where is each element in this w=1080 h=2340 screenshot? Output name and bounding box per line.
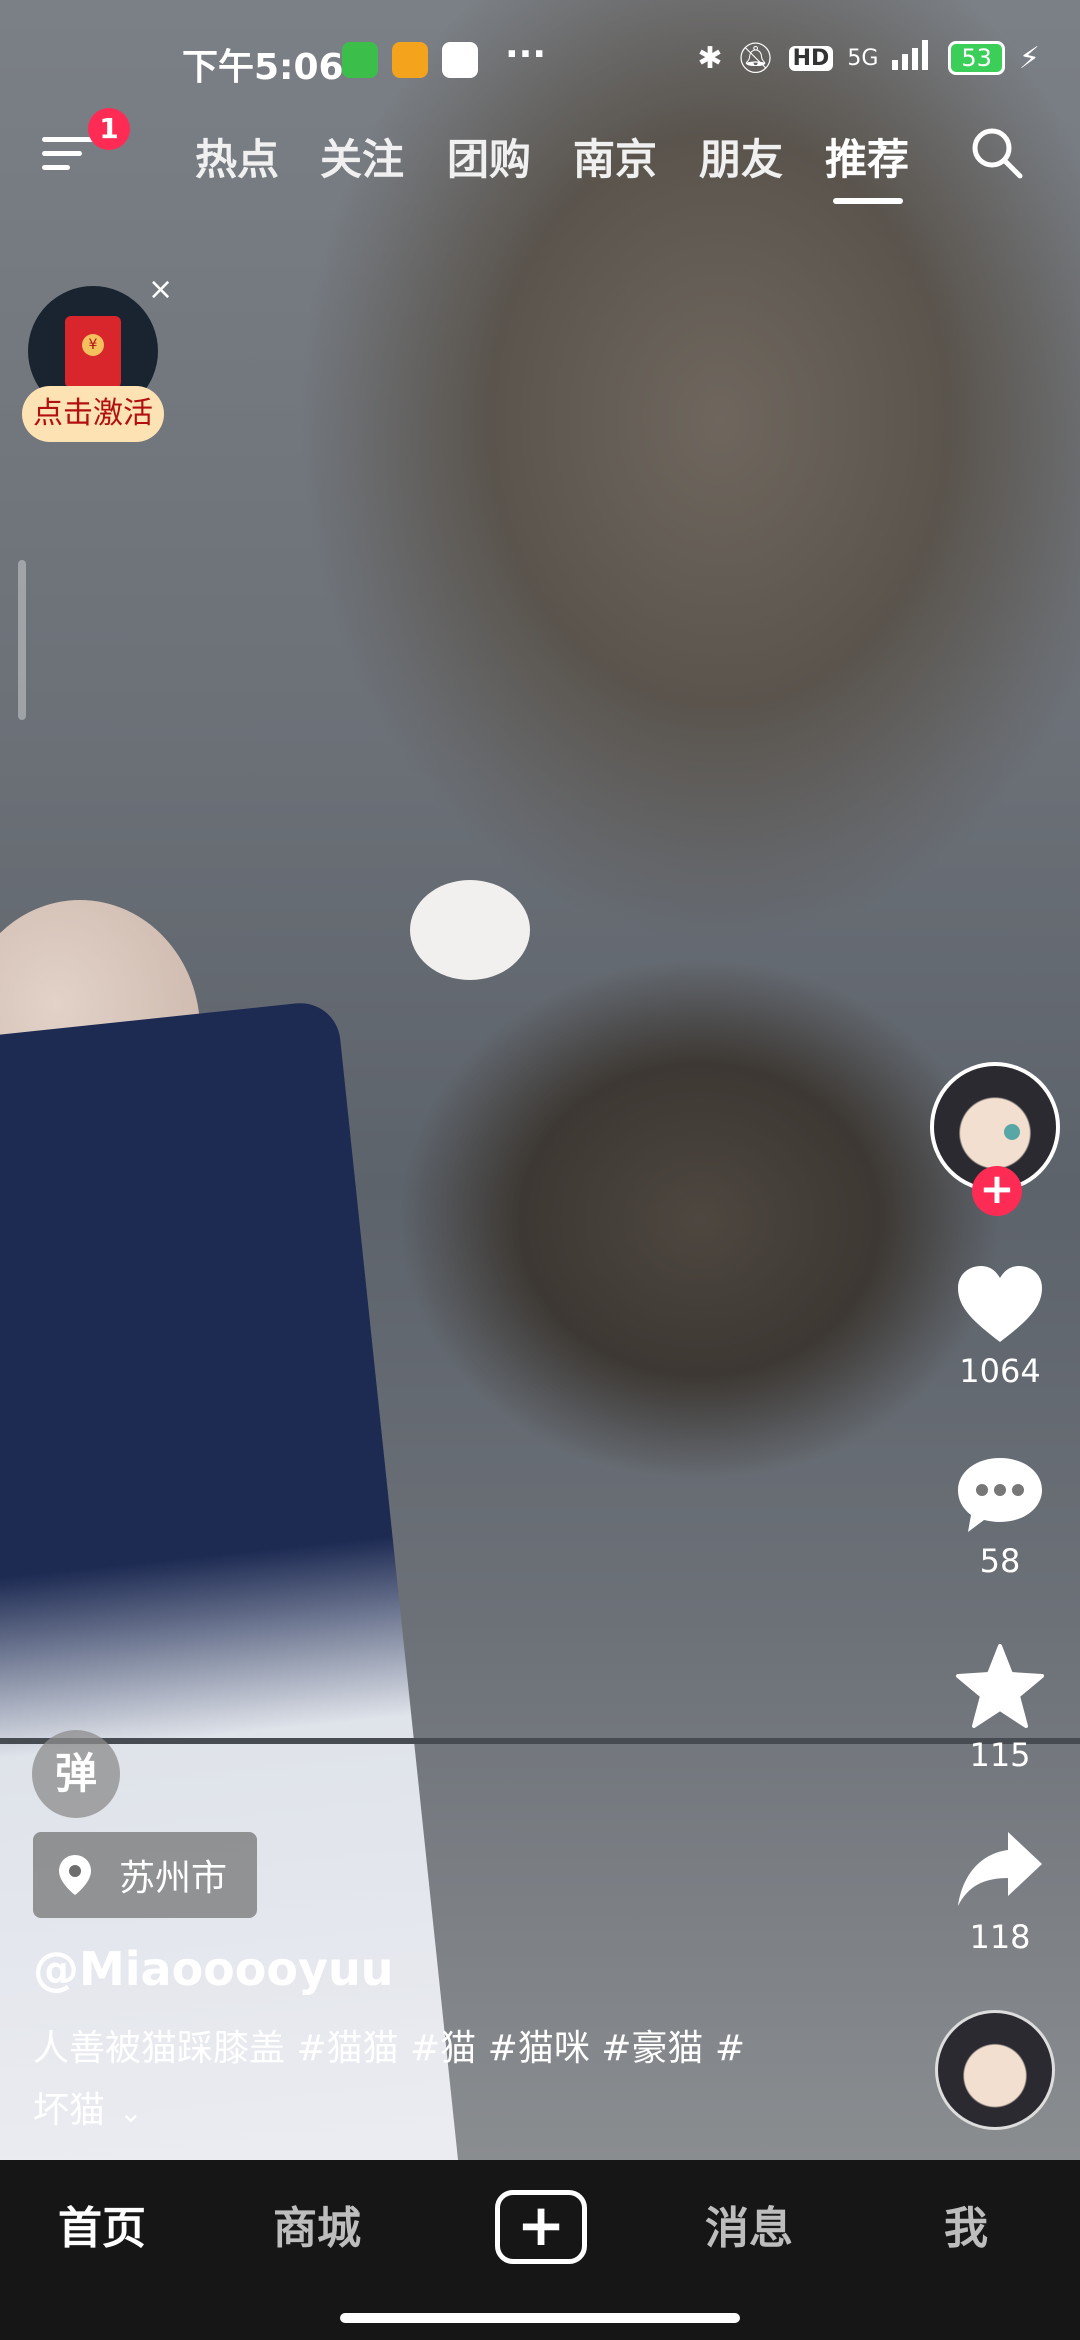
wechat-notification-icon [342,42,378,78]
menu-badge: 1 [88,108,130,150]
expand-caption-icon[interactable]: ⌄ [119,2096,142,2129]
more-notifications-icon: ··· [505,34,547,75]
follow-button[interactable]: + [972,1166,1022,1216]
favorite-button[interactable]: 115 [940,1642,1060,1774]
location-pin-icon [59,1855,91,1895]
video-content-floor [0,1738,1080,1744]
home-indicator [340,2313,740,2323]
nav-messages[interactable]: 消息 [705,2192,793,2256]
app58-notification-icon [392,42,428,78]
red-packet-promo[interactable]: ¥ 点击激活 [22,286,164,446]
like-count: 1064 [959,1352,1041,1390]
hd-icon: HD [788,45,834,71]
caption-line-2: 坏猫 [33,2090,106,2131]
location-label: 苏州市 [119,1858,228,1899]
top-nav: 1 热点 关注 团购 南京 朋友 推荐 [0,108,1080,210]
mute-bell-icon: 🔕︎ [736,40,775,76]
location-tag[interactable]: 苏州市 [33,1832,258,1918]
red-envelope-icon: ¥ [65,316,121,388]
promo-close-icon[interactable]: × [148,272,173,307]
favorite-count: 115 [969,1736,1031,1774]
nav-me[interactable]: 我 [944,2192,988,2256]
nav-home[interactable]: 首页 [58,2192,146,2256]
like-button[interactable]: 1064 [940,1262,1060,1390]
author-username[interactable]: @Miaooooyuu [33,1942,393,1996]
video-caption[interactable]: 人善被猫踩膝盖 #猫猫 #猫 #猫咪 #豪猫 # 坏猫 ⌄ [33,2018,863,2144]
tab-friends[interactable]: 朋友 [699,126,783,187]
tab-group-buy[interactable]: 团购 [447,126,531,187]
comment-count: 58 [979,1542,1021,1580]
coin-icon: ¥ [82,334,104,356]
avatar-eye [1004,1124,1020,1140]
red-packet-label: 点击激活 [22,386,164,442]
music-disc-avatar[interactable] [935,2010,1055,2130]
status-bar: 下午5:06 ··· ✱ 🔕︎ HD 5G 53 ⚡ [0,34,1080,94]
tab-recommended[interactable]: 推荐 [825,126,909,187]
baidu-netdisk-notification-icon [442,42,478,78]
star-icon [956,1644,1044,1728]
nav-mall[interactable]: 商城 [273,2192,361,2256]
charging-icon: ⚡ [1018,40,1040,76]
danmu-toggle-button[interactable]: 弹 [32,1730,120,1818]
tab-hot[interactable]: 热点 [195,126,279,187]
status-time: 下午5:06 [182,47,344,88]
search-icon[interactable] [968,124,1024,180]
caption-line-1: 人善被猫踩膝盖 #猫猫 #猫 #猫咪 #豪猫 # [33,2028,746,2069]
signal-icon [892,38,934,78]
bluetooth-icon: ✱ [697,40,723,76]
share-count: 118 [969,1918,1031,1956]
tab-following[interactable]: 关注 [320,126,404,187]
tab-city[interactable]: 南京 [573,126,657,187]
comment-button[interactable]: 58 [940,1452,1060,1580]
share-icon [958,1832,1042,1906]
active-tab-indicator [833,198,903,204]
create-post-button[interactable]: + [495,2190,587,2264]
heart-icon [958,1266,1042,1342]
share-button[interactable]: 118 [940,1828,1060,1956]
scroll-indicator [18,560,26,720]
video-content-cat-paw [410,880,530,980]
battery-indicator: 53 [948,41,1005,75]
network-type: 5G [847,45,879,71]
comment-icon [958,1458,1042,1532]
